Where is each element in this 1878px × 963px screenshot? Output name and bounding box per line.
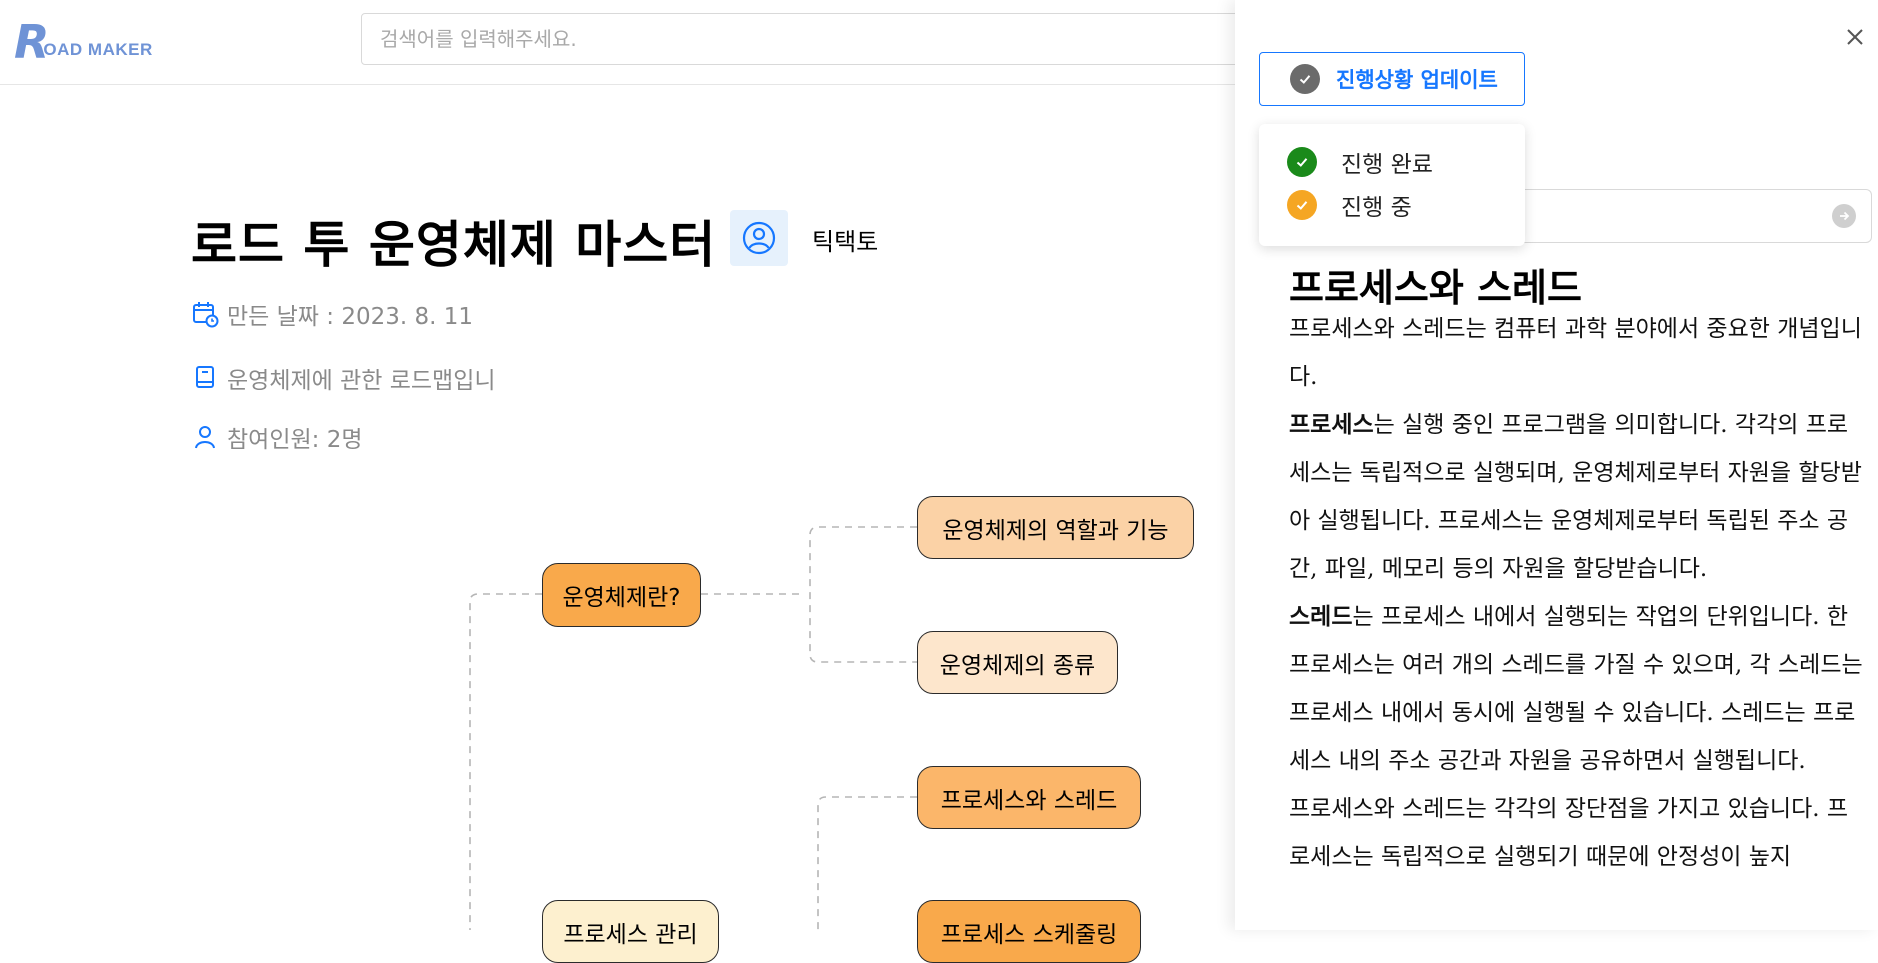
node-os-types[interactable]: 운영체제의 종류	[917, 631, 1118, 694]
progress-update-label: 진행상황 업데이트	[1336, 68, 1498, 92]
node-what-is-os[interactable]: 운영체제란?	[542, 563, 701, 627]
check-circle-icon	[1287, 190, 1317, 220]
node-process-and-thread[interactable]: 프로세스와 스레드	[917, 766, 1141, 829]
doc-paragraph: 프로세스와 스레드는 각각의 장단점을 가지고 있습니다. 프로세스는 독립적으…	[1289, 796, 1849, 870]
doc-paragraph: 프로세스는 실행 중인 프로그램을 의미합니다. 각각의 프로세스는 독립적으로…	[1289, 401, 1869, 593]
progress-update-button[interactable]: 진행상황 업데이트	[1259, 52, 1525, 106]
status-option-complete[interactable]: 진행 완료	[1287, 145, 1433, 179]
check-circle-icon	[1290, 64, 1320, 94]
doc-title: 프로세스와 스레드	[1289, 265, 1582, 310]
status-option-label: 진행 중	[1341, 195, 1412, 221]
close-icon[interactable]	[1840, 22, 1870, 52]
status-option-in-progress[interactable]: 진행 중	[1287, 188, 1412, 222]
progress-status-dropdown: 진행 완료 진행 중	[1259, 124, 1525, 246]
status-option-label: 진행 완료	[1341, 152, 1433, 178]
node-process-management[interactable]: 프로세스 관리	[542, 900, 719, 963]
doc-body: 프로세스와 스레드는 컴퓨터 과학 분야에서 중요한 개념입니다. 프로세스는 …	[1289, 305, 1869, 881]
doc-text: 는 프로세스 내에서 실행되는 작업의 단위입니다. 한 프로세스는 여러 개의…	[1289, 604, 1863, 774]
doc-paragraph: 프로세스와 스레드는 컴퓨터 과학 분야에서 중요한 개념입니다.	[1289, 316, 1862, 390]
send-arrow-icon[interactable]	[1832, 204, 1856, 228]
doc-term: 프로세스	[1289, 411, 1374, 438]
doc-term: 스레드	[1289, 603, 1353, 630]
node-role-and-function[interactable]: 운영체제의 역할과 기능	[917, 496, 1194, 559]
doc-text: 는 실행 중인 프로그램을 의미합니다. 각각의 프로세스는 독립적으로 실행되…	[1289, 412, 1862, 582]
doc-paragraph: 스레드는 프로세스 내에서 실행되는 작업의 단위입니다. 한 프로세스는 여러…	[1289, 593, 1869, 785]
node-process-scheduling[interactable]: 프로세스 스케줄링	[917, 900, 1141, 963]
check-circle-icon	[1287, 147, 1317, 177]
memo-input-field[interactable]	[1520, 189, 1872, 243]
